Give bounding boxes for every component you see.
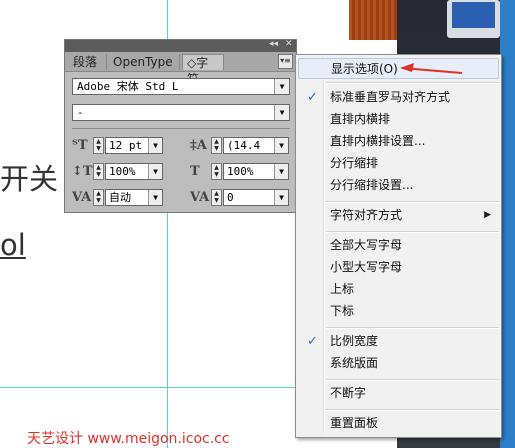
annotation-arrow-icon [400, 63, 463, 74]
